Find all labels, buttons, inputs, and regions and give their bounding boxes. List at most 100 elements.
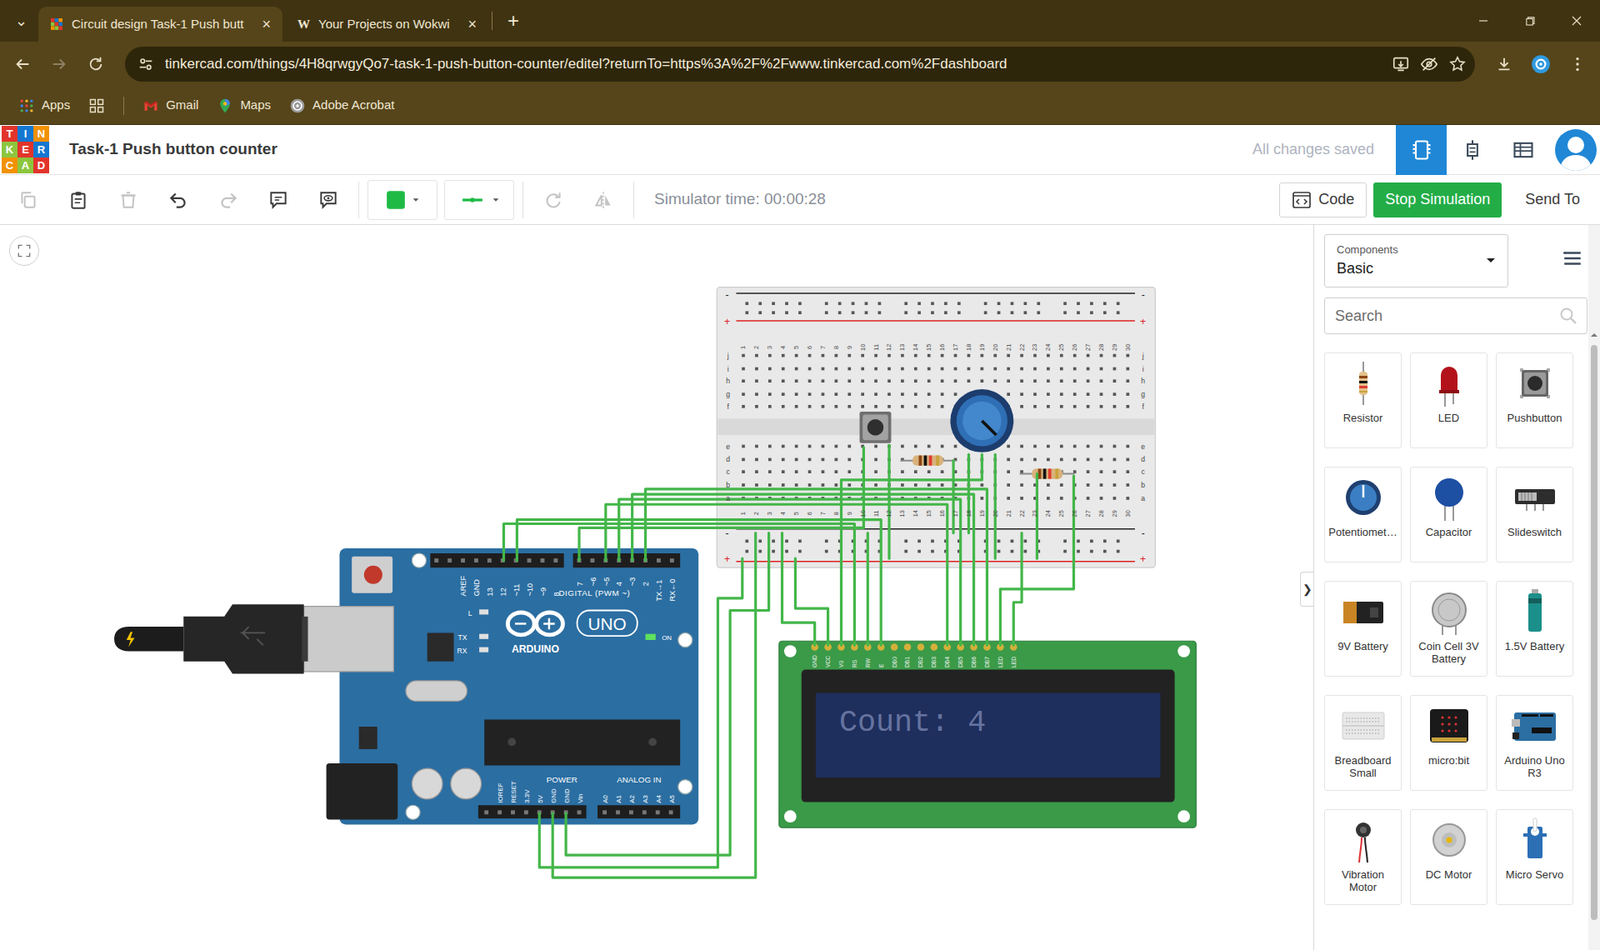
wire[interactable] [887, 445, 890, 559]
wire[interactable] [994, 454, 997, 559]
install-app-icon[interactable] [1391, 55, 1410, 74]
bookmark-star-icon[interactable] [1448, 55, 1467, 74]
component-tile[interactable]: Slideswitch [1495, 466, 1574, 563]
arduino-uno[interactable]: AREFGND1312~11~10~987~6~54~32TX→1RX←0DIG… [304, 548, 700, 825]
circuit-view-button[interactable] [1395, 125, 1447, 175]
wire[interactable] [565, 533, 770, 856]
component-tile[interactable]: DC Motor [1410, 809, 1488, 905]
component-tile[interactable]: Micro Servo [1495, 809, 1574, 905]
search-input[interactable] [1333, 304, 1559, 329]
tab-close-button[interactable]: × [468, 16, 478, 32]
forward-button[interactable] [43, 48, 75, 80]
restore-icon[interactable] [1506, 0, 1554, 42]
bookmark-item[interactable]: Maps [216, 95, 271, 115]
component-tile[interactable]: 1.5V Battery [1495, 580, 1574, 677]
fit-view-button[interactable] [9, 235, 40, 266]
wire-color-button[interactable] [367, 180, 438, 220]
url-text[interactable]: tinkercad.com/things/4H8qrwgyQo7-task-1-… [165, 53, 1382, 75]
minimize-icon[interactable] [1460, 0, 1507, 42]
list-view-button[interactable] [1561, 247, 1584, 275]
wire[interactable] [795, 558, 828, 645]
design-title[interactable]: Task-1 Push button counter [69, 137, 278, 162]
potentiometer[interactable] [950, 389, 1014, 453]
panel-scrollbar[interactable] [1588, 225, 1600, 950]
tab-close-button[interactable]: × [262, 16, 272, 32]
schematic-view-button[interactable] [1446, 125, 1498, 175]
wire[interactable] [552, 533, 756, 879]
code-editor-part [1291, 190, 1312, 210]
breadboard-hole [1073, 405, 1077, 409]
component-label: micro:bit [1428, 754, 1470, 767]
address-bar[interactable]: tinkercad.com/things/4H8qrwgyQo7-task-1-… [125, 46, 1475, 82]
bookmark-item[interactable]: Adobe Acrobat [289, 95, 395, 115]
wire[interactable] [952, 460, 955, 534]
component-tile[interactable]: Resistor [1324, 352, 1402, 449]
component-tile[interactable]: Arduino Uno R3 [1495, 695, 1574, 791]
new-tab-button[interactable]: + [495, 10, 531, 31]
circuit-diagram[interactable]: AREFGND1312~11~10~987~6~54~32TX→1RX←0DIG… [0, 225, 1314, 950]
paste-button[interactable] [53, 180, 104, 220]
component-tile[interactable]: Pushbutton [1495, 352, 1574, 449]
component-tile[interactable]: Breadboard Small [1324, 695, 1402, 791]
stop-simulation-button[interactable]: Stop Simulation [1373, 182, 1502, 218]
wire[interactable] [516, 520, 881, 646]
close-window-icon[interactable] [1553, 0, 1600, 42]
dropdown-caret-part [411, 195, 420, 205]
wire[interactable] [645, 489, 988, 645]
wire[interactable] [619, 499, 961, 645]
component-tile[interactable]: Capacitor [1410, 466, 1488, 563]
breadboard-hole [927, 445, 931, 449]
component-tile[interactable]: micro:bit [1410, 695, 1488, 791]
breadboard[interactable] [716, 287, 1155, 568]
wire[interactable] [632, 494, 975, 645]
component-tile[interactable]: LED [1410, 352, 1488, 449]
wire[interactable] [866, 533, 870, 646]
scrollbar-thumb[interactable] [1590, 345, 1598, 920]
reload-button[interactable] [80, 48, 112, 80]
wire[interactable] [539, 558, 743, 868]
downloads-button[interactable] [1488, 48, 1520, 80]
category-dropdown[interactable]: ComponentsBasic [1324, 234, 1509, 288]
resistor[interactable] [900, 455, 955, 466]
browser-tab[interactable]: Circuit design Task-1 Push butt× [38, 6, 283, 42]
undo-button[interactable] [153, 180, 204, 220]
wire[interactable] [503, 524, 855, 646]
forward-icon [50, 55, 69, 74]
component-tile[interactable]: Coin Cell 3V Battery [1410, 580, 1488, 677]
bookmark-item[interactable]: Apps [18, 95, 70, 115]
notes-toggle-button[interactable] [303, 180, 354, 220]
code-button[interactable]: Code [1279, 182, 1367, 218]
bookmark-item[interactable] [88, 97, 112, 115]
wire-type-button[interactable] [444, 180, 515, 220]
component-tile[interactable]: Vibration Motor [1324, 809, 1402, 905]
bom-view-button[interactable] [1497, 125, 1549, 175]
account-avatar[interactable] [1555, 129, 1597, 171]
circuit-canvas[interactable]: AREFGND1312~11~10~987~6~54~32TX→1RX←0DIG… [0, 225, 1314, 950]
back-button[interactable] [6, 48, 39, 80]
tracking-off-icon[interactable] [1420, 55, 1439, 74]
browser-tab[interactable]: WYour Projects on Wokwi× [285, 6, 489, 42]
wire[interactable] [1013, 533, 1022, 646]
breadboard-hole [1125, 445, 1130, 449]
profile-button[interactable] [1525, 48, 1557, 80]
breadboard-hole [1046, 496, 1050, 500]
tab-search-button[interactable]: ⌄ [6, 3, 35, 39]
wire[interactable] [967, 454, 970, 533]
browser-menu-button[interactable] [1561, 48, 1594, 80]
send-to-button[interactable]: Send To [1513, 182, 1592, 218]
pushbutton[interactable] [860, 411, 892, 444]
component-tile[interactable]: Potentiomet… [1324, 466, 1402, 563]
note-button[interactable] [253, 180, 304, 220]
resistor[interactable] [1020, 468, 1075, 479]
panel-toggle-button[interactable]: ❯ [1300, 571, 1314, 607]
wire[interactable] [782, 533, 815, 646]
wokwi-favicon: W [297, 15, 310, 35]
wire[interactable] [605, 504, 948, 645]
component-tile[interactable]: 9V Battery [1324, 580, 1402, 677]
bookmark-item[interactable]: Gmail [142, 95, 199, 115]
wire[interactable] [840, 454, 982, 645]
wires[interactable] [503, 445, 1074, 878]
tinkercad-logo[interactable]: TINKERCAD [1, 125, 50, 174]
lcd-16x2[interactable]: Count: 4GNDVCCV0RSRWEDB0DB1DB2DB3DB4DB5D… [779, 640, 1196, 828]
site-settings-icon[interactable] [136, 55, 155, 74]
